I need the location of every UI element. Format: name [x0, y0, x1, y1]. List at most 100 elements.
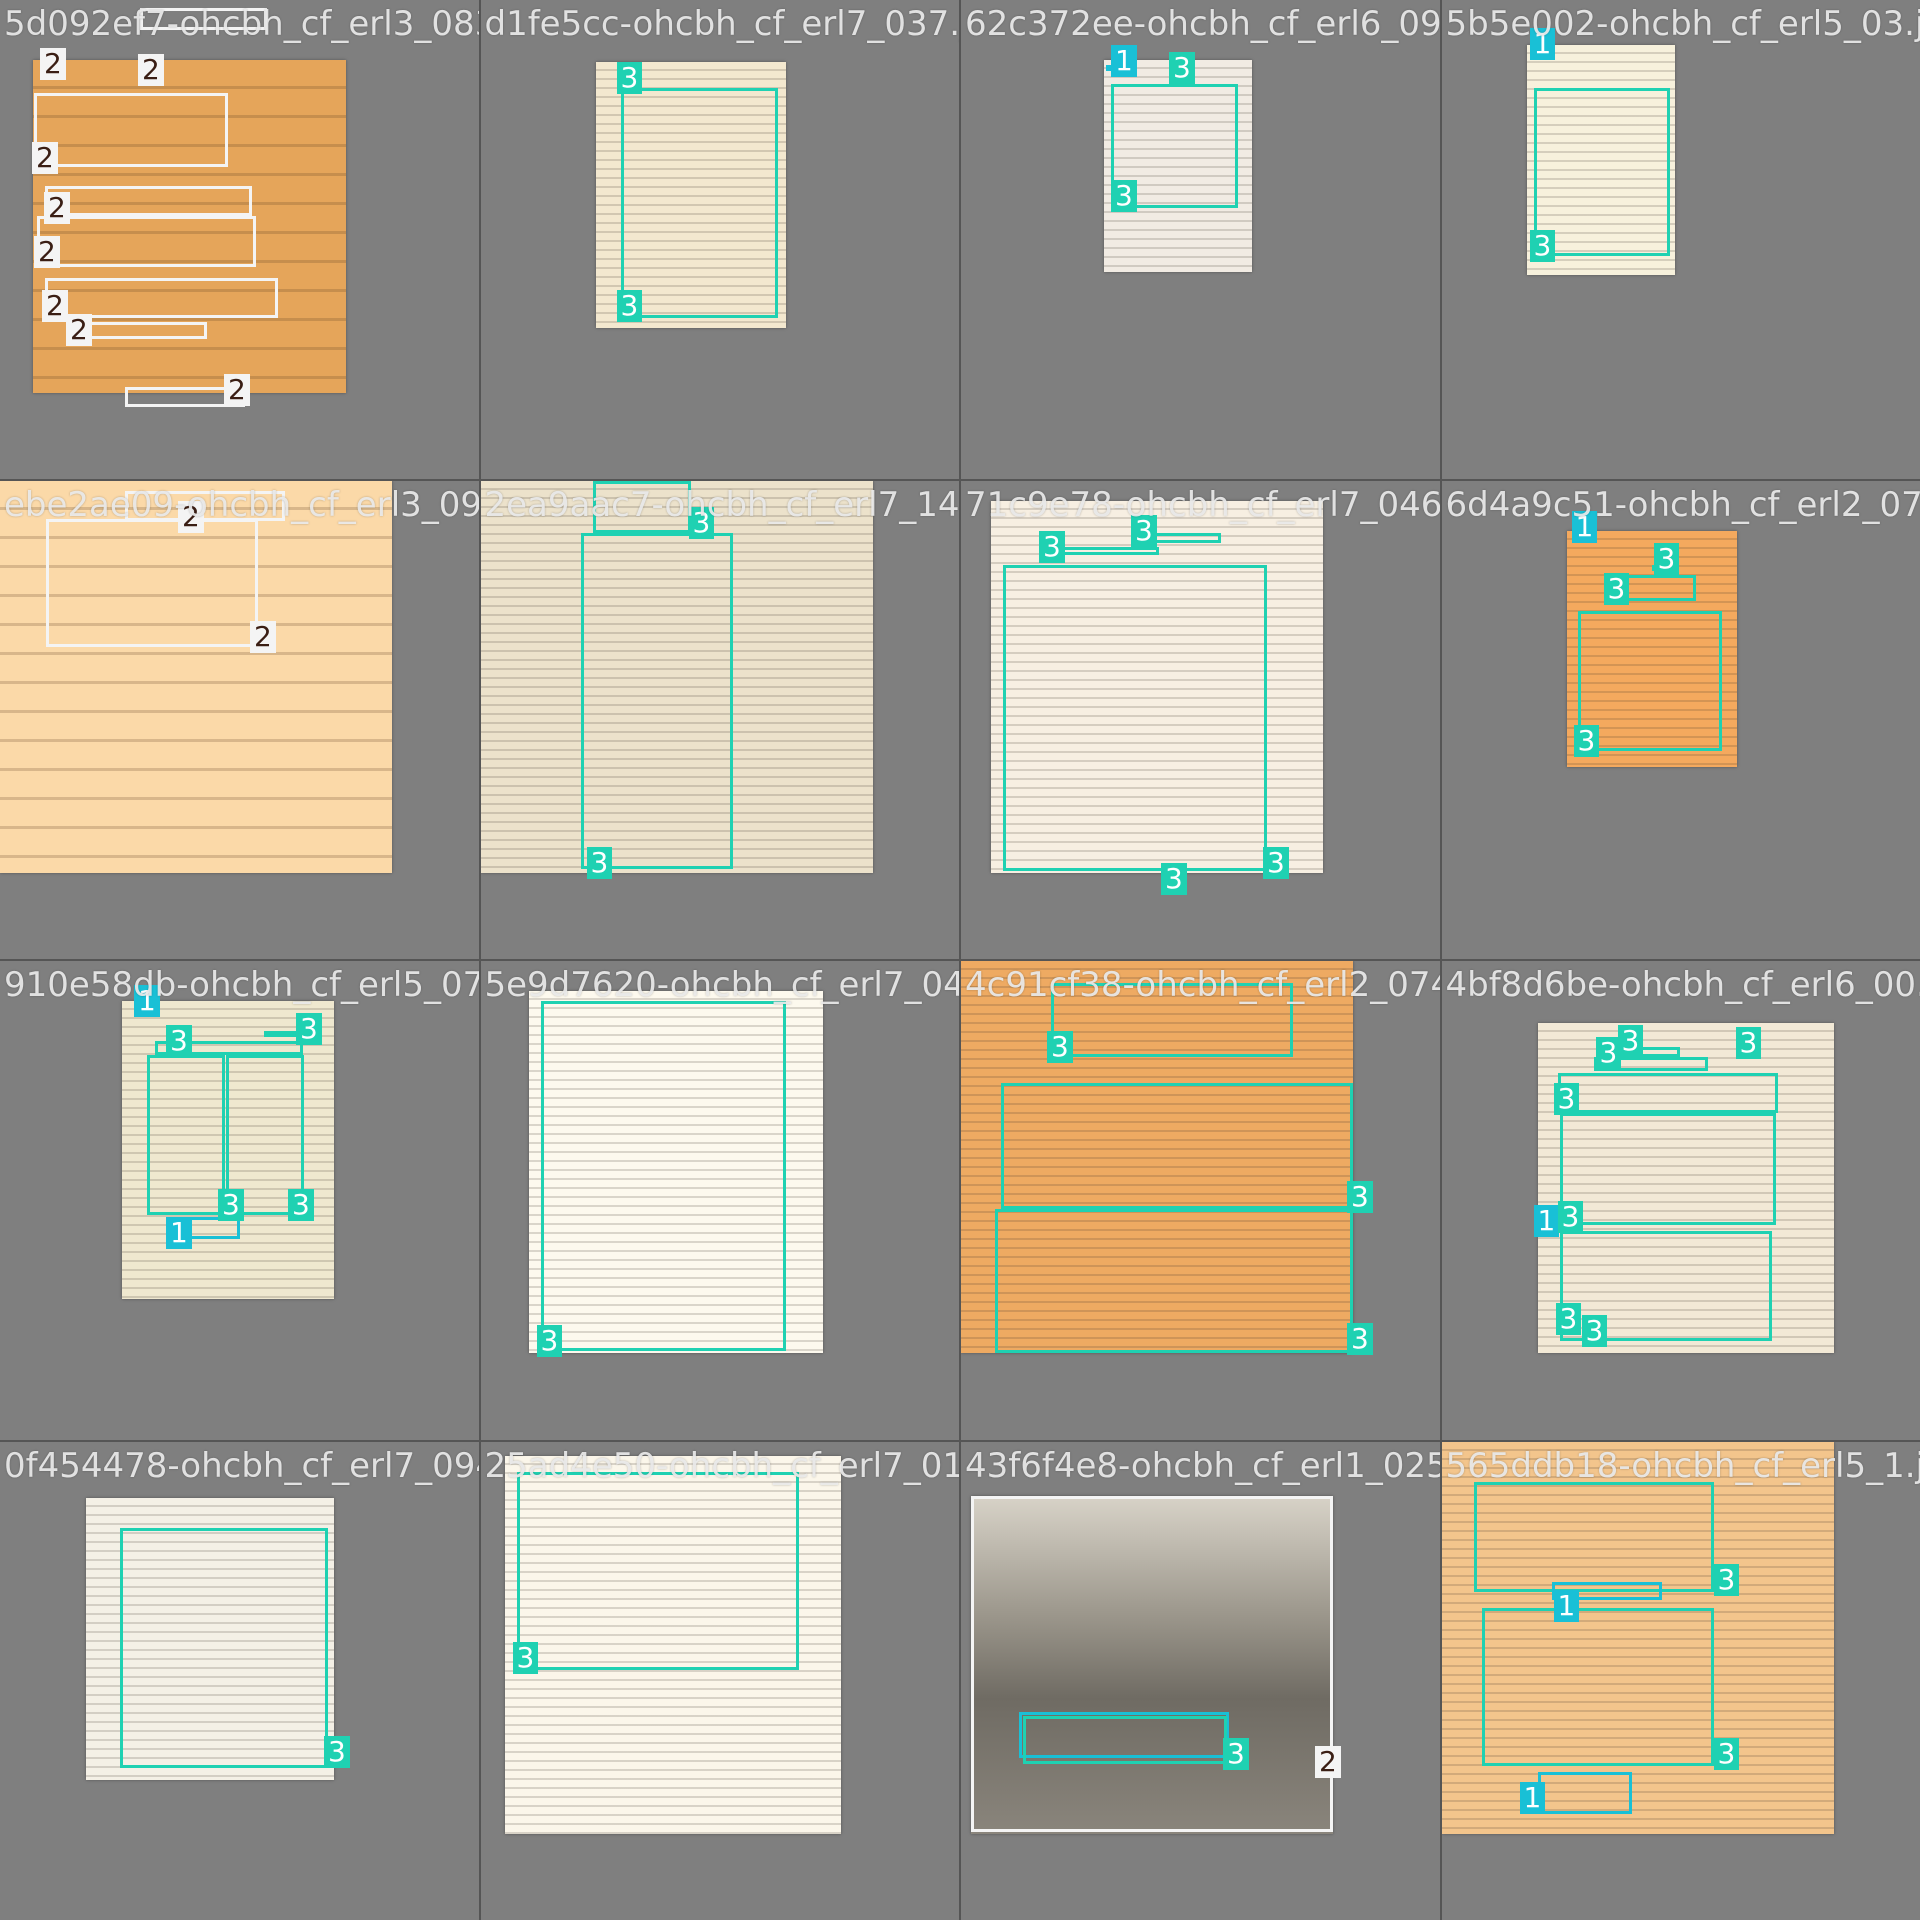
mosaic-grid: 222222225d092ef7-ohcbh_cf_erl3_083.jpg33…	[0, 0, 1920, 1920]
detection-box	[147, 1055, 225, 1215]
detection-box	[1001, 1083, 1353, 1209]
class-label: 3	[1347, 1323, 1373, 1355]
class-label: 3	[1553, 1083, 1580, 1115]
class-label: 3	[1573, 724, 1600, 757]
detection-box	[37, 216, 256, 267]
class-label: 3	[1557, 1201, 1584, 1233]
class-label: 3	[586, 846, 613, 879]
detection-box	[620, 88, 778, 318]
image-tile: 3 3 3 4c91cf38-ohcbh_cf_erl2_074.jpg	[961, 961, 1440, 1440]
class-label: 3	[218, 1189, 244, 1221]
image-tile: 333313334bf8d6be-ohcbh_cf_erl6_00.jpg	[1441, 961, 1920, 1440]
image-tile: 133331910e58db-ohcbh_cf_erl5_075.jpg	[0, 961, 479, 1440]
class-label: 3	[536, 1325, 563, 1357]
detection-box	[1619, 574, 1696, 601]
class-label: 2	[44, 192, 70, 224]
tile-filename: 5d092ef7-ohcbh_cf_erl3_083.jpg	[4, 4, 479, 44]
detection-box	[264, 1031, 300, 1037]
tile-filename: 565ddb18-ohcbh_cf_erl5_1.jpg	[1445, 1445, 1920, 1486]
class-label: 3	[1223, 1737, 1249, 1770]
tile-filename: 910e58db-ohcbh_cf_erl5_075.jpg	[4, 965, 479, 1005]
class-label: 3	[166, 1025, 192, 1057]
class-label: 2	[32, 142, 58, 174]
class-label: 1	[1553, 1589, 1580, 1622]
class-label: 3	[1111, 180, 1137, 212]
tile-filename: 71c9e78-ohcbh_cf_erl7_046.jpg	[965, 484, 1440, 525]
image-tile: 333371c9e78-ohcbh_cf_erl7_046.jpg	[961, 480, 1440, 959]
detection-box	[995, 1209, 1353, 1353]
class-label: 3	[324, 1735, 350, 1768]
image-tile: 3 0f454478-ohcbh_cf_erl7_094.jpg	[0, 1441, 479, 1920]
class-label: 1	[1533, 1205, 1560, 1237]
tile-filename: 25ad4e50-ohcbh_cf_erl7_010.jpg	[484, 1445, 960, 1486]
image-tile: 13362c372ee-ohcbh_cf_erl6_090.jpg	[961, 0, 1440, 479]
class-label: 3	[288, 1189, 314, 1221]
class-label: 2	[250, 620, 276, 653]
detection-box	[1151, 532, 1221, 543]
detection-box	[1023, 1715, 1227, 1764]
class-label: 3	[1713, 1737, 1740, 1770]
class-label: 3	[1713, 1563, 1740, 1596]
class-label: 1	[1111, 45, 1137, 77]
detection-box	[540, 1001, 786, 1351]
class-label: 3	[616, 62, 643, 94]
class-label: 2	[1315, 1745, 1341, 1778]
image-tile: 3 3 d1fe5cc-ohcbh_cf_erl7_037.jpg	[480, 0, 960, 479]
tile-filename: 43f6f4e8-ohcbh_cf_erl1_025.jpg	[965, 1445, 1440, 1486]
detection-box	[1003, 564, 1267, 871]
image-tile: 22ebe2ae09-ohcbh_cf_erl3_092.jpg	[0, 480, 479, 959]
tile-filename: 0f454478-ohcbh_cf_erl7_094.jpg	[4, 1445, 479, 1486]
image-tile: 3 5e9d7620-ohcbh_cf_erl7_045.jpg	[480, 961, 960, 1440]
class-label: 2	[34, 236, 60, 268]
class-label: 3	[296, 1013, 322, 1045]
class-label: 2	[138, 54, 164, 86]
class-label: 3	[1595, 1037, 1622, 1069]
detection-box	[45, 278, 278, 318]
class-label: 3	[1529, 230, 1556, 262]
tile-filename: 5b5e002-ohcbh_cf_erl5_03.jpg	[1445, 4, 1920, 44]
class-label: 1	[166, 1217, 192, 1249]
detection-box	[1559, 1113, 1776, 1225]
tile-filename: 2ea9aac7-ohcbh_cf_erl7_147.jpg	[484, 484, 960, 525]
image-tile: 332ea9aac7-ohcbh_cf_erl7_147.jpg	[480, 480, 960, 959]
image-tile: 222222225d092ef7-ohcbh_cf_erl3_083.jpg	[0, 0, 479, 479]
class-label: 1	[1519, 1781, 1546, 1814]
tile-filename: 4bf8d6be-ohcbh_cf_erl6_00.jpg	[1445, 965, 1920, 1005]
class-label: 3	[1039, 530, 1065, 563]
image-tile: 3 1 3 1 565ddb18-ohcbh_cf_erl5_1.jpg	[1441, 1441, 1920, 1920]
class-label: 3	[1617, 1025, 1644, 1057]
class-label: 3	[1581, 1315, 1608, 1347]
class-label: 3	[1603, 572, 1630, 605]
detection-box	[516, 1471, 799, 1670]
class-label: 3	[512, 1641, 539, 1674]
class-label: 3	[1161, 862, 1187, 895]
class-label: 2	[42, 290, 68, 322]
detection-box	[34, 93, 228, 167]
class-label: 3	[1735, 1027, 1762, 1059]
tile-filename: ebe2ae09-ohcbh_cf_erl3_092.jpg	[4, 484, 479, 525]
tile-filename: d1fe5cc-ohcbh_cf_erl7_037.jpg	[484, 4, 960, 44]
image-tile: 1 3 5b5e002-ohcbh_cf_erl5_03.jpg	[1441, 0, 1920, 479]
class-label: 3	[1653, 542, 1680, 575]
class-label: 2	[66, 314, 92, 346]
tile-filename: 62c372ee-ohcbh_cf_erl6_090.jpg	[965, 4, 1440, 44]
class-label: 3	[1555, 1303, 1582, 1335]
image-tile: 13336d4a9c51-ohcbh_cf_erl2_07.jpg	[1441, 480, 1920, 959]
detection-box	[971, 1495, 1333, 1832]
image-tile: 3 2 43f6f4e8-ohcbh_cf_erl1_025.jpg	[961, 1441, 1440, 1920]
class-label: 3	[616, 290, 643, 322]
class-label: 3	[1047, 1031, 1073, 1063]
detection-box	[580, 532, 733, 869]
detection-box	[1557, 1073, 1778, 1113]
image-tile: 3 25ad4e50-ohcbh_cf_erl7_010.jpg	[480, 1441, 960, 1920]
class-label: 3	[1347, 1181, 1373, 1213]
class-label: 3	[1169, 52, 1195, 84]
detection-box	[46, 518, 258, 647]
tile-filename: 6d4a9c51-ohcbh_cf_erl2_07.jpg	[1445, 484, 1920, 525]
detection-box	[1537, 1771, 1632, 1814]
detection-box	[1061, 546, 1159, 555]
detection-box	[120, 1527, 328, 1768]
detection-box	[1481, 1607, 1714, 1766]
tile-filename: 5e9d7620-ohcbh_cf_erl7_045.jpg	[484, 965, 960, 1005]
class-label: 3	[1263, 846, 1289, 879]
